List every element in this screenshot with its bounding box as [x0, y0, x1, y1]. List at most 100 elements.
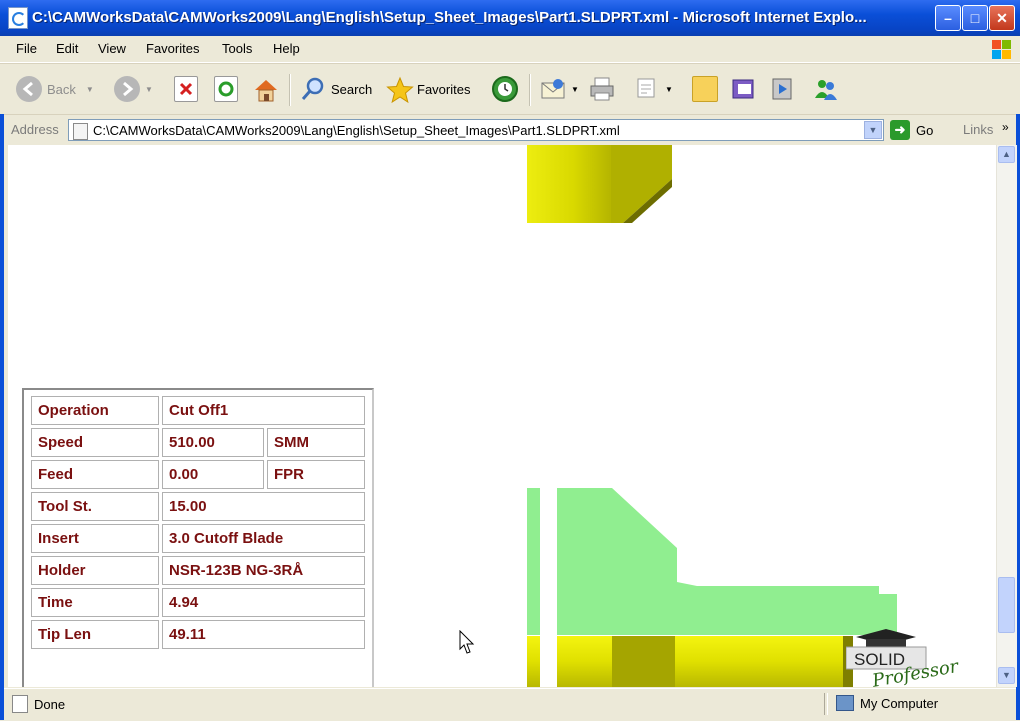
row-value: 4.94 [162, 588, 365, 617]
home-icon [252, 76, 278, 102]
row-key: Tip Len [31, 620, 159, 649]
maximize-button[interactable]: □ [962, 5, 988, 31]
discuss-button[interactable] [692, 74, 723, 104]
title-bar[interactable]: C:\CAMWorksData\CAMWorks2009\Lang\Englis… [0, 0, 1020, 36]
row-key: Tool St. [31, 492, 159, 521]
favorites-button[interactable]: Favorites [386, 74, 470, 104]
standard-toolbar: Back ▼ ▼ Search Favorites ▼ ▼ [0, 63, 1020, 114]
refresh-button[interactable] [214, 74, 243, 104]
research-button[interactable] [730, 74, 761, 104]
row-value: 3.0 Cutoff Blade [162, 524, 365, 553]
printer-icon [588, 76, 614, 102]
address-dropdown-icon[interactable]: ▼ [864, 121, 882, 139]
edit-dropdown-icon[interactable]: ▼ [665, 85, 673, 94]
address-label: Address [11, 122, 59, 137]
stop-button[interactable] [174, 74, 203, 104]
menu-favorites[interactable]: Favorites [146, 41, 199, 56]
history-button[interactable] [492, 74, 523, 104]
scroll-down-arrow-icon[interactable]: ▼ [998, 667, 1015, 684]
row-key: Holder [31, 556, 159, 585]
back-arrow-icon [16, 76, 42, 102]
folder-note-icon [692, 76, 718, 102]
row-value: NSR-123B NG-3RÅ [162, 556, 365, 585]
messenger-people-icon [812, 76, 838, 102]
row-value: 15.00 [162, 492, 365, 521]
refresh-icon [214, 76, 238, 102]
menu-tools[interactable]: Tools [222, 41, 252, 56]
menu-file[interactable]: File [16, 41, 37, 56]
forward-arrow-icon [114, 76, 140, 102]
menu-edit[interactable]: Edit [56, 41, 78, 56]
page-status-icon [12, 695, 28, 713]
address-input[interactable]: C:\CAMWorksData\CAMWorks2009\Lang\Englis… [68, 119, 884, 141]
table-row: Holder NSR-123B NG-3RÅ [31, 556, 365, 585]
links-chevron-icon[interactable]: » [1002, 120, 1009, 134]
history-icon [492, 76, 518, 102]
menu-help[interactable]: Help [273, 41, 300, 56]
favorites-label: Favorites [417, 81, 471, 97]
minimize-button[interactable]: – [935, 5, 961, 31]
edit-document-icon [634, 76, 660, 102]
back-button[interactable]: Back ▼ [16, 74, 94, 104]
edit-button[interactable]: ▼ [634, 74, 673, 104]
address-bar: Address C:\CAMWorksData\CAMWorks2009\Lan… [0, 114, 1020, 145]
table-row: Tool St. 15.00 [31, 492, 365, 521]
search-label: Search [331, 81, 373, 97]
table-row: Insert 3.0 Cutoff Blade [31, 524, 365, 553]
forward-button[interactable]: ▼ [114, 74, 153, 104]
row-key: Operation [31, 396, 159, 425]
close-button[interactable]: ✕ [989, 5, 1015, 31]
internet-explorer-icon[interactable] [8, 7, 28, 29]
links-label[interactable]: Links [963, 122, 993, 137]
row-unit: FPR [267, 460, 365, 489]
page-content[interactable]: Operation Cut Off1 Speed 510.00 SMM Feed… [8, 145, 996, 687]
stop-icon [174, 76, 198, 102]
go-arrow-icon: ➜ [890, 120, 910, 140]
home-button[interactable] [252, 74, 283, 104]
table-row: Feed 0.00 FPR [31, 460, 365, 489]
menu-bar: File Edit View Favorites Tools Help [0, 36, 1020, 63]
table-row: Operation Cut Off1 [31, 396, 365, 425]
table-row: Tip Len 49.11 [31, 620, 365, 649]
mail-dropdown-icon[interactable]: ▼ [571, 85, 579, 94]
media-icon [770, 76, 796, 102]
row-value: 0.00 [162, 460, 264, 489]
part-image-top [527, 145, 672, 223]
window-frame-left [0, 114, 4, 720]
security-zone[interactable]: My Computer [836, 695, 938, 711]
messenger-button[interactable] [812, 74, 843, 104]
status-done: Done [12, 695, 65, 713]
go-label: Go [916, 122, 934, 138]
mail-icon [540, 76, 566, 102]
row-key: Feed [31, 460, 159, 489]
media-button[interactable] [770, 74, 801, 104]
status-text: Done [34, 696, 66, 712]
status-bar: Done My Computer [4, 688, 1016, 721]
row-value: Cut Off1 [162, 396, 365, 425]
forward-dropdown-icon[interactable]: ▼ [145, 85, 153, 94]
mail-button[interactable]: ▼ [540, 74, 579, 104]
print-button[interactable] [588, 74, 619, 104]
operation-table: Operation Cut Off1 Speed 510.00 SMM Feed… [22, 388, 374, 687]
research-book-icon [730, 76, 756, 102]
menu-view[interactable]: View [98, 41, 126, 56]
solid-professor-logo: SOLID Professor [846, 629, 961, 687]
scroll-up-arrow-icon[interactable]: ▲ [998, 146, 1015, 163]
row-key: Speed [31, 428, 159, 457]
search-icon [300, 76, 326, 102]
security-zone-label: My Computer [860, 695, 939, 711]
row-key: Time [31, 588, 159, 617]
scroll-thumb[interactable] [998, 577, 1015, 633]
go-button[interactable]: ➜ Go [890, 120, 933, 140]
star-icon [386, 76, 414, 104]
row-value: 49.11 [162, 620, 365, 649]
page-icon [73, 123, 88, 140]
windows-logo-icon [990, 38, 1012, 60]
table-row: Time 4.94 [31, 588, 365, 617]
search-button[interactable]: Search [300, 74, 372, 104]
vertical-scrollbar[interactable]: ▲ ▼ [996, 145, 1017, 687]
address-value[interactable]: C:\CAMWorksData\CAMWorks2009\Lang\Englis… [93, 123, 620, 138]
my-computer-icon [836, 695, 854, 711]
window-title: C:\CAMWorksData\CAMWorks2009\Lang\Englis… [32, 9, 867, 26]
back-dropdown-icon[interactable]: ▼ [86, 85, 94, 94]
